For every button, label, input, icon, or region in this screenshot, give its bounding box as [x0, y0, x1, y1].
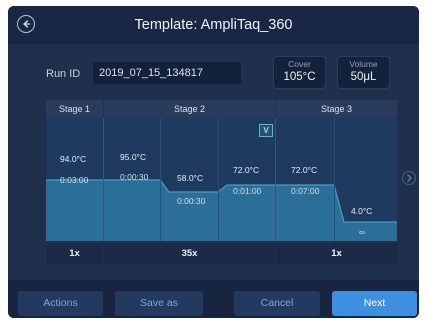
stage-1-header[interactable]: Stage 1 — [46, 100, 103, 118]
cover-temp-chip[interactable]: Cover 105°C — [273, 56, 326, 89]
cover-label: Cover — [288, 59, 311, 69]
step-2-temp[interactable]: 95.0°C — [120, 152, 146, 162]
thermal-profile: Stage 1 Stage 2 Stage 3 94.0°C 0:03:00 9… — [46, 100, 397, 264]
step-1-time[interactable]: 0:03:00 — [60, 175, 88, 185]
profile-plot — [46, 118, 397, 241]
footer-bar: Actions Save as Cancel Next — [8, 280, 419, 318]
stage-1-cycles[interactable]: 1x — [46, 243, 103, 264]
step-6-temp[interactable]: 4.0°C — [351, 206, 372, 216]
volume-value: 50μL — [350, 71, 377, 83]
scroll-right-button[interactable] — [402, 171, 416, 185]
chevron-right-icon — [406, 174, 412, 182]
stage-2-cycles[interactable]: 35x — [104, 243, 275, 264]
step-4-temp[interactable]: 72.0°C — [233, 165, 259, 175]
step-2-time[interactable]: 0:00:30 — [120, 172, 148, 182]
step-4-time[interactable]: 0:01:00 — [233, 186, 261, 196]
stage-3-cycles[interactable]: 1x — [276, 243, 397, 264]
app-window: Template: AmpliTaq_360 Run ID 2019_07_15… — [8, 6, 419, 318]
actions-button[interactable]: Actions — [18, 291, 103, 316]
step-3-time[interactable]: 0:00:30 — [177, 196, 205, 206]
back-arrow-icon — [23, 20, 31, 28]
cancel-button[interactable]: Cancel — [234, 291, 320, 316]
verify-badge-icon[interactable]: V — [259, 124, 273, 137]
stage-2-header[interactable]: Stage 2 — [104, 100, 275, 118]
step-5-temp[interactable]: 72.0°C — [291, 165, 317, 175]
cover-value: 105°C — [283, 71, 316, 83]
volume-label: Volume — [349, 59, 378, 69]
back-button[interactable] — [17, 15, 35, 33]
step-3-temp[interactable]: 58.0°C — [177, 173, 203, 183]
run-id-label: Run ID — [46, 68, 81, 80]
step-5-time[interactable]: 0:07:00 — [291, 186, 319, 196]
stage-3-header[interactable]: Stage 3 — [276, 100, 397, 118]
save-as-button[interactable]: Save as — [115, 291, 203, 316]
step-1-temp[interactable]: 94.0°C — [60, 154, 86, 164]
page-title: Template: AmpliTaq_360 — [134, 17, 293, 33]
next-button[interactable]: Next — [332, 291, 417, 316]
header-bar: Template: AmpliTaq_360 — [8, 6, 419, 44]
run-id-field[interactable]: 2019_07_15_134817 — [93, 62, 241, 84]
step-6-time[interactable]: ∞ — [359, 227, 365, 237]
volume-chip[interactable]: Volume 50μL — [337, 56, 390, 89]
profile-graph — [46, 118, 397, 241]
